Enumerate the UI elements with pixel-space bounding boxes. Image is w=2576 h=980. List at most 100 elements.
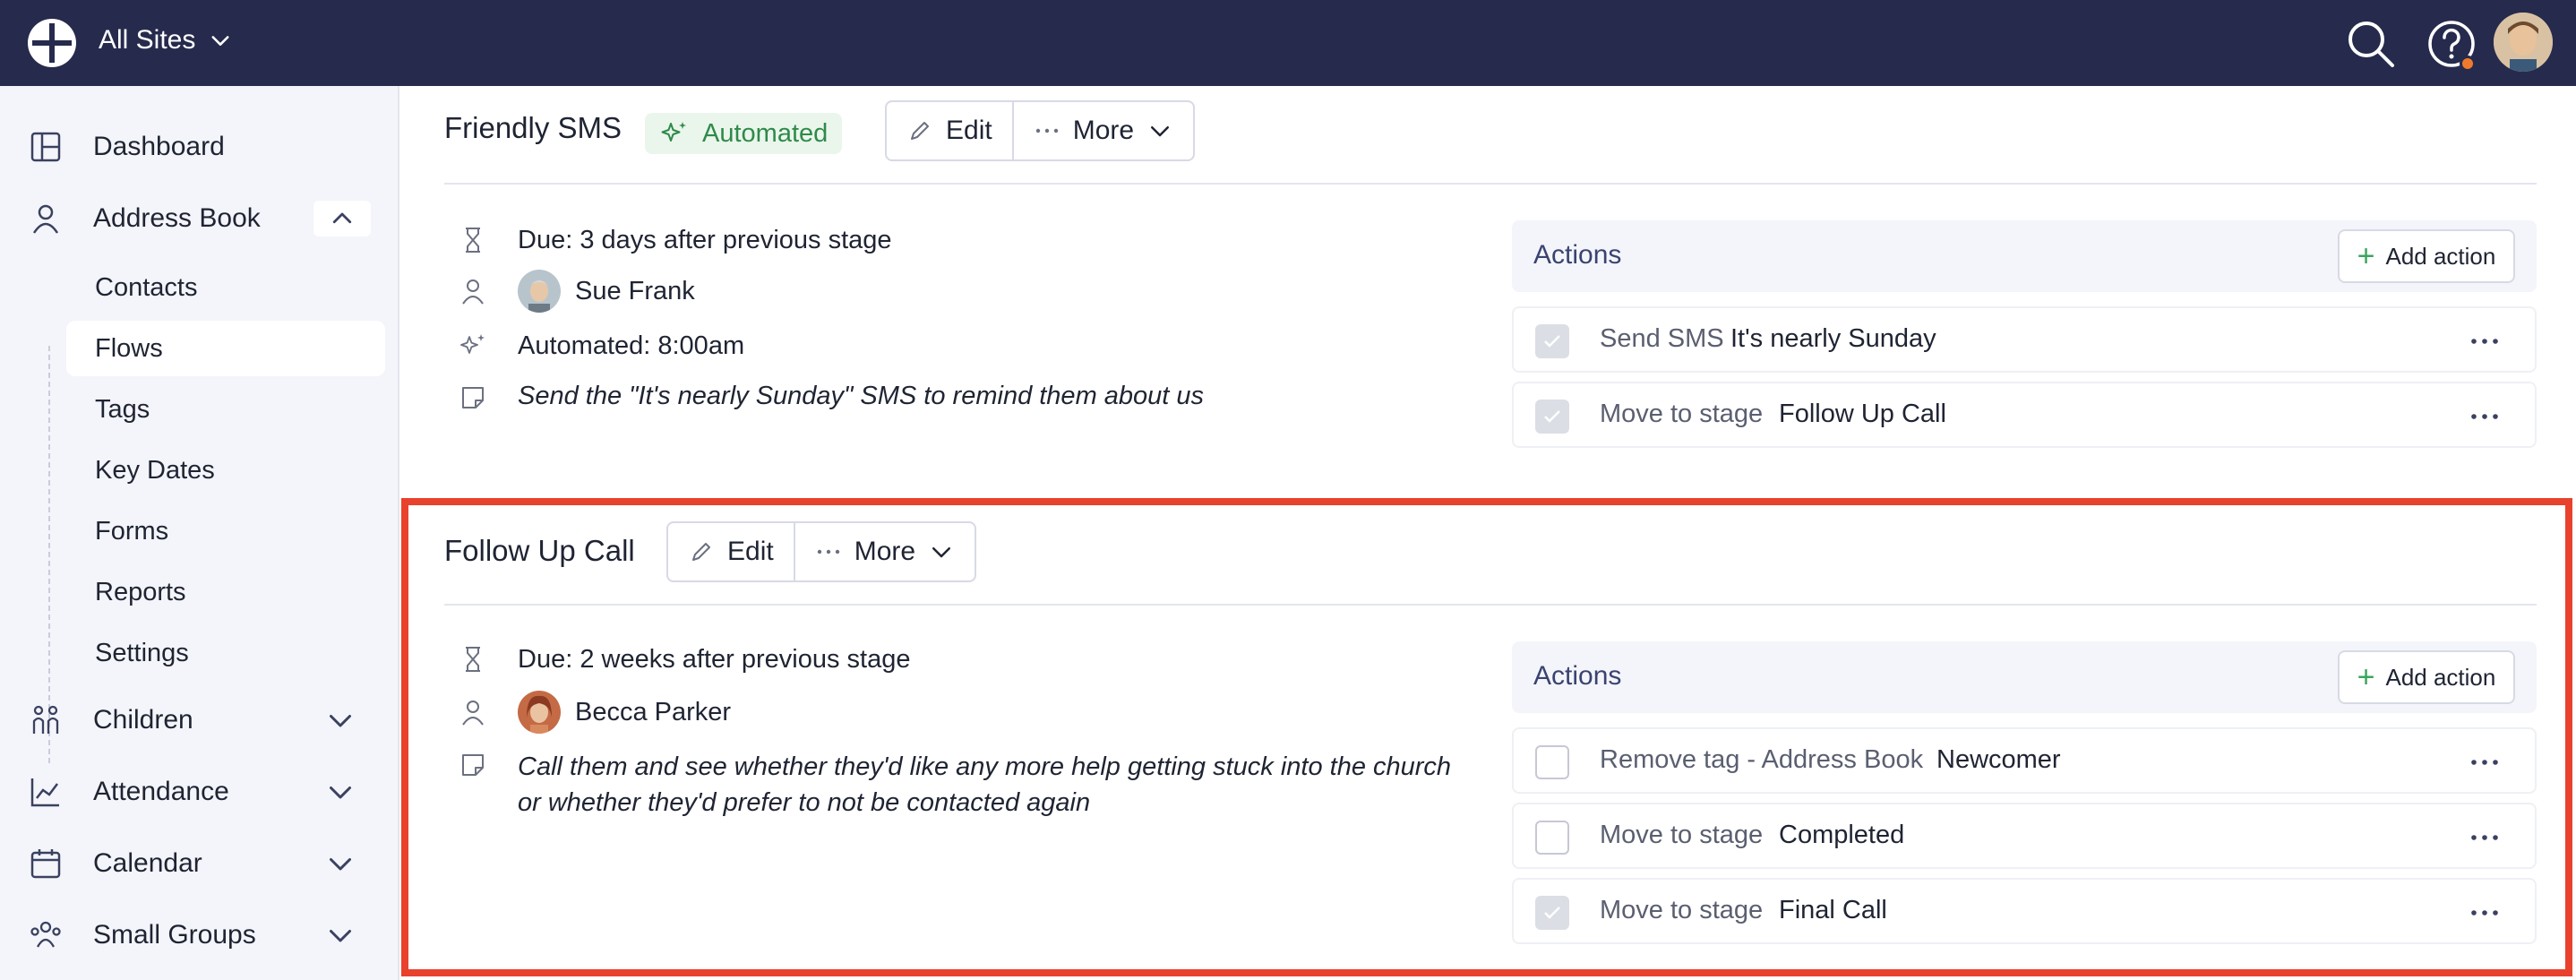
pencil-icon [692,543,710,561]
calendar-icon [30,849,61,879]
action-value: Completed [1779,821,1905,849]
chevron-down-icon[interactable] [324,776,356,808]
add-action-button[interactable]: + Add action [2338,650,2515,704]
assignee-name: Sue Frank [575,276,695,305]
sidebar-subitem-label: Settings [95,638,189,667]
sidebar-subitem-tags[interactable]: Tags [66,382,385,437]
action-checkbox[interactable] [1535,896,1569,930]
chevron-down-icon[interactable] [324,704,356,736]
top-bar: All Sites [0,0,2576,86]
more-dots-icon[interactable] [2469,824,2501,851]
notification-dot [2460,56,2476,72]
action-type: Send SMS [1600,324,1724,353]
children-icon [32,705,59,734]
actions-header: Actions + Add action [1512,220,2537,292]
check-icon [1544,410,1560,423]
sidebar-subitem-flows[interactable]: Flows [66,321,385,376]
site-selector[interactable]: All Sites [99,25,233,56]
add-action-button[interactable]: + Add action [2338,229,2515,283]
chevron-down-icon[interactable] [324,919,356,951]
chevron-down-icon [932,547,951,558]
chevron-down-icon [1151,126,1170,137]
sidebar-subitem-settings[interactable]: Settings [66,625,385,681]
actions-title: Actions [1533,240,1622,270]
sidebar-subitem-key-dates[interactable]: Key Dates [66,443,385,498]
action-row: Remove tag - Address Book Newcomer [1512,727,2537,794]
action-checkbox[interactable] [1535,400,1569,434]
collapse-button[interactable] [313,201,371,236]
action-type: Move to stage [1600,400,1764,428]
stage-actions-group: Edit More [885,100,1196,161]
sidebar-item-calendar[interactable]: Calendar [0,837,399,890]
action-value: Final Call [1779,896,1887,924]
divider [444,183,2537,185]
group-icon [30,921,61,948]
sidebar-subitem-reports[interactable]: Reports [66,564,385,620]
check-icon [1544,335,1560,348]
more-dots-icon[interactable] [2469,328,2501,355]
sidebar-item-children[interactable]: Children [0,693,399,747]
sidebar-item-label: Children [93,705,193,735]
sidebar-subitem-label: Reports [95,577,186,606]
sidebar-item-label: Small Groups [93,920,256,950]
action-checkbox[interactable] [1535,821,1569,855]
search-icon[interactable] [2343,16,2399,72]
divider [444,604,2537,606]
note-text: Call them and see whether they'd like an… [518,752,1452,817]
more-dots-icon[interactable] [2469,403,2501,430]
more-button-label: More [854,537,916,566]
actions-title: Actions [1533,661,1622,691]
note-icon [462,387,484,408]
sidebar-item-small-groups[interactable]: Small Groups [0,908,399,962]
sidebar-subitem-contacts[interactable]: Contacts [66,260,385,315]
edit-button-label: Edit [946,116,992,145]
more-dots-icon [817,549,839,554]
due-text: Due: 3 days after previous stage [518,225,892,254]
chevron-down-icon[interactable] [324,847,356,880]
sidebar-item-address-book[interactable]: Address Book [0,192,399,245]
more-button[interactable]: More [1011,102,1193,159]
action-checkbox[interactable] [1535,324,1569,358]
person-icon [462,701,484,726]
dashboard-icon [30,132,61,162]
sidebar-subitem-label: Flows [95,333,163,363]
automated-time: Automated: 8:00am [518,331,745,360]
sidebar-item-attendance[interactable]: Attendance [0,765,399,819]
user-avatar[interactable] [2494,13,2553,72]
sidebar-item-label: Attendance [93,777,229,806]
site-selector-label: All Sites [99,25,196,55]
stage-title: Friendly SMS [444,111,623,144]
sparkle-icon [460,334,485,354]
chevron-up-icon [332,212,352,224]
person-avatar [518,270,561,313]
due-text: Due: 2 weeks after previous stage [518,644,911,674]
stage-title: Follow Up Call [444,534,635,567]
sidebar-item-label: Dashboard [93,132,225,161]
action-value: Follow Up Call [1779,400,1946,428]
hourglass-icon [466,228,480,253]
add-action-label: Add action [2385,242,2496,270]
note-text: Send the "It's nearly Sunday" SMS to rem… [518,382,1205,410]
sidebar-subitem-forms[interactable]: Forms [66,503,385,559]
person-avatar [518,691,561,734]
action-value: It's nearly Sunday [1730,324,1936,353]
edit-button[interactable]: Edit [887,102,1012,159]
person-icon [32,204,59,234]
more-button[interactable]: More [793,523,975,580]
person-icon [462,279,484,305]
app-logo-icon[interactable] [25,16,79,70]
more-dots-icon[interactable] [2469,749,2501,776]
action-checkbox[interactable] [1535,745,1569,779]
more-button-label: More [1072,116,1135,145]
plus-icon: + [2357,660,2375,694]
sidebar-item-dashboard[interactable]: Dashboard [0,120,399,174]
plus-icon: + [2357,239,2375,273]
more-dots-icon[interactable] [2469,899,2501,926]
check-icon [1544,907,1560,919]
action-type: Remove tag - Address Book [1600,745,1924,774]
action-row: Move to stage Completed [1512,803,2537,869]
assignee-name: Becca Parker [575,697,732,726]
action-row: Send SMS It's nearly Sunday [1512,306,2537,373]
action-row: Move to stage Follow Up Call [1512,382,2537,448]
edit-button[interactable]: Edit [668,523,794,580]
